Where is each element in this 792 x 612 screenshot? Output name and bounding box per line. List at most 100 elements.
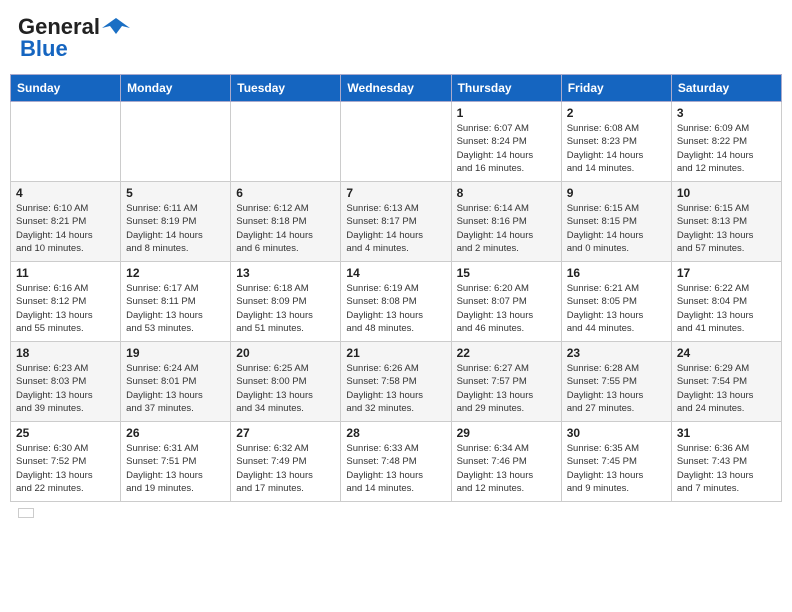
- day-cell-24: 24Sunrise: 6:29 AM Sunset: 7:54 PM Dayli…: [671, 342, 781, 422]
- day-cell-29: 29 Sunrise: 6:34 AM Sunset: 7:46 PM Dayli…: [451, 422, 561, 502]
- col-header-friday: Friday: [561, 75, 671, 102]
- day-info: Sunrise: 6:23 AM Sunset: 8:03 PM Dayligh…: [16, 362, 115, 415]
- day-number: 23: [567, 346, 666, 360]
- day-info: Sunrise: 6:09 AM Sunset: 8:22 PM Dayligh…: [677, 122, 776, 175]
- daylight-legend-icon: [18, 508, 34, 518]
- day-info: Sunrise: 6:32 AM Sunset: 7:49 PM Dayligh…: [236, 442, 335, 495]
- day-number: 17: [677, 266, 776, 280]
- day-info: Sunrise: 6:20 AM Sunset: 8:07 PM Dayligh…: [457, 282, 556, 335]
- week-row-3: 11 Sunrise: 6:16 AM Sunset: 8:12 PM Dayli…: [11, 262, 782, 342]
- day-cell-12: 12 Sunrise: 6:17 AM Sunset: 8:11 PM Dayli…: [121, 262, 231, 342]
- day-cell-26: 26 Sunrise: 6:31 AM Sunset: 7:51 PM Dayli…: [121, 422, 231, 502]
- col-header-monday: Monday: [121, 75, 231, 102]
- day-cell-25: 25Sunrise: 6:30 AM Sunset: 7:52 PM Dayli…: [11, 422, 121, 502]
- day-number: 6: [236, 186, 335, 200]
- day-number: 31: [677, 426, 776, 440]
- day-number: 21: [346, 346, 445, 360]
- calendar-table: SundayMondayTuesdayWednesdayThursdayFrid…: [10, 74, 782, 502]
- day-info: Sunrise: 6:10 AM Sunset: 8:21 PM Dayligh…: [16, 202, 115, 255]
- day-cell-28: 28 Sunrise: 6:33 AM Sunset: 7:48 PM Dayli…: [341, 422, 451, 502]
- day-info: Sunrise: 6:36 AM Sunset: 7:43 PM Dayligh…: [677, 442, 776, 495]
- day-cell-8: 8Sunrise: 6:14 AM Sunset: 8:16 PM Daylig…: [451, 182, 561, 262]
- logo: General Blue: [18, 14, 130, 62]
- day-number: 8: [457, 186, 556, 200]
- day-cell-1: 1 Sunrise: 6:07 AM Sunset: 8:24 PM Daylig…: [451, 102, 561, 182]
- day-info: Sunrise: 6:33 AM Sunset: 7:48 PM Dayligh…: [346, 442, 445, 495]
- day-number: 4: [16, 186, 115, 200]
- day-cell-6: 6 Sunrise: 6:12 AM Sunset: 8:18 PM Daylig…: [231, 182, 341, 262]
- day-number: 20: [236, 346, 335, 360]
- day-number: 22: [457, 346, 556, 360]
- day-number: 18: [16, 346, 115, 360]
- day-info: Sunrise: 6:16 AM Sunset: 8:12 PM Dayligh…: [16, 282, 115, 335]
- day-number: 1: [457, 106, 556, 120]
- empty-cell: [11, 102, 121, 182]
- day-info: Sunrise: 6:07 AM Sunset: 8:24 PM Dayligh…: [457, 122, 556, 175]
- day-cell-10: 10Sunrise: 6:15 AM Sunset: 8:13 PM Dayli…: [671, 182, 781, 262]
- day-number: 12: [126, 266, 225, 280]
- empty-cell: [121, 102, 231, 182]
- day-info: Sunrise: 6:08 AM Sunset: 8:23 PM Dayligh…: [567, 122, 666, 175]
- day-info: Sunrise: 6:13 AM Sunset: 8:17 PM Dayligh…: [346, 202, 445, 255]
- day-number: 28: [346, 426, 445, 440]
- day-info: Sunrise: 6:24 AM Sunset: 8:01 PM Dayligh…: [126, 362, 225, 415]
- calendar-header-row: SundayMondayTuesdayWednesdayThursdayFrid…: [11, 75, 782, 102]
- day-cell-20: 20 Sunrise: 6:25 AM Sunset: 8:00 PM Dayli…: [231, 342, 341, 422]
- day-number: 2: [567, 106, 666, 120]
- day-number: 19: [126, 346, 225, 360]
- day-number: 25: [16, 426, 115, 440]
- day-cell-30: 30 Sunrise: 6:35 AM Sunset: 7:45 PM Dayli…: [561, 422, 671, 502]
- header: General Blue: [10, 10, 782, 66]
- day-info: Sunrise: 6:25 AM Sunset: 8:00 PM Dayligh…: [236, 362, 335, 415]
- day-cell-17: 17Sunrise: 6:22 AM Sunset: 8:04 PM Dayli…: [671, 262, 781, 342]
- day-number: 26: [126, 426, 225, 440]
- logo-bird-icon: [102, 16, 130, 38]
- week-row-4: 18 Sunrise: 6:23 AM Sunset: 8:03 PM Dayli…: [11, 342, 782, 422]
- week-row-5: 25Sunrise: 6:30 AM Sunset: 7:52 PM Dayli…: [11, 422, 782, 502]
- day-number: 7: [346, 186, 445, 200]
- day-number: 3: [677, 106, 776, 120]
- day-info: Sunrise: 6:18 AM Sunset: 8:09 PM Dayligh…: [236, 282, 335, 335]
- day-info: Sunrise: 6:31 AM Sunset: 7:51 PM Dayligh…: [126, 442, 225, 495]
- day-info: Sunrise: 6:11 AM Sunset: 8:19 PM Dayligh…: [126, 202, 225, 255]
- col-header-thursday: Thursday: [451, 75, 561, 102]
- day-info: Sunrise: 6:34 AM Sunset: 7:46 PM Dayligh…: [457, 442, 556, 495]
- day-number: 13: [236, 266, 335, 280]
- col-header-wednesday: Wednesday: [341, 75, 451, 102]
- day-cell-9: 9Sunrise: 6:15 AM Sunset: 8:15 PM Daylig…: [561, 182, 671, 262]
- logo-text-blue: Blue: [20, 36, 68, 62]
- day-info: Sunrise: 6:21 AM Sunset: 8:05 PM Dayligh…: [567, 282, 666, 335]
- day-number: 30: [567, 426, 666, 440]
- day-cell-31: 31 Sunrise: 6:36 AM Sunset: 7:43 PM Dayli…: [671, 422, 781, 502]
- day-cell-16: 16 Sunrise: 6:21 AM Sunset: 8:05 PM Dayli…: [561, 262, 671, 342]
- day-cell-27: 27Sunrise: 6:32 AM Sunset: 7:49 PM Dayli…: [231, 422, 341, 502]
- day-number: 9: [567, 186, 666, 200]
- day-cell-13: 13 Sunrise: 6:18 AM Sunset: 8:09 PM Dayli…: [231, 262, 341, 342]
- day-number: 10: [677, 186, 776, 200]
- day-info: Sunrise: 6:35 AM Sunset: 7:45 PM Dayligh…: [567, 442, 666, 495]
- day-number: 5: [126, 186, 225, 200]
- empty-cell: [341, 102, 451, 182]
- day-cell-21: 21 Sunrise: 6:26 AM Sunset: 7:58 PM Dayli…: [341, 342, 451, 422]
- col-header-sunday: Sunday: [11, 75, 121, 102]
- empty-cell: [231, 102, 341, 182]
- week-row-1: 1 Sunrise: 6:07 AM Sunset: 8:24 PM Daylig…: [11, 102, 782, 182]
- day-info: Sunrise: 6:28 AM Sunset: 7:55 PM Dayligh…: [567, 362, 666, 415]
- day-number: 24: [677, 346, 776, 360]
- day-cell-22: 22Sunrise: 6:27 AM Sunset: 7:57 PM Dayli…: [451, 342, 561, 422]
- week-row-2: 4 Sunrise: 6:10 AM Sunset: 8:21 PM Daylig…: [11, 182, 782, 262]
- day-cell-5: 5 Sunrise: 6:11 AM Sunset: 8:19 PM Daylig…: [121, 182, 231, 262]
- day-info: Sunrise: 6:17 AM Sunset: 8:11 PM Dayligh…: [126, 282, 225, 335]
- day-cell-7: 7 Sunrise: 6:13 AM Sunset: 8:17 PM Daylig…: [341, 182, 451, 262]
- day-cell-11: 11 Sunrise: 6:16 AM Sunset: 8:12 PM Dayli…: [11, 262, 121, 342]
- day-number: 14: [346, 266, 445, 280]
- day-info: Sunrise: 6:19 AM Sunset: 8:08 PM Dayligh…: [346, 282, 445, 335]
- day-info: Sunrise: 6:12 AM Sunset: 8:18 PM Dayligh…: [236, 202, 335, 255]
- day-number: 11: [16, 266, 115, 280]
- day-number: 15: [457, 266, 556, 280]
- day-number: 29: [457, 426, 556, 440]
- day-info: Sunrise: 6:26 AM Sunset: 7:58 PM Dayligh…: [346, 362, 445, 415]
- day-cell-18: 18 Sunrise: 6:23 AM Sunset: 8:03 PM Dayli…: [11, 342, 121, 422]
- day-cell-14: 14 Sunrise: 6:19 AM Sunset: 8:08 PM Dayli…: [341, 262, 451, 342]
- day-number: 16: [567, 266, 666, 280]
